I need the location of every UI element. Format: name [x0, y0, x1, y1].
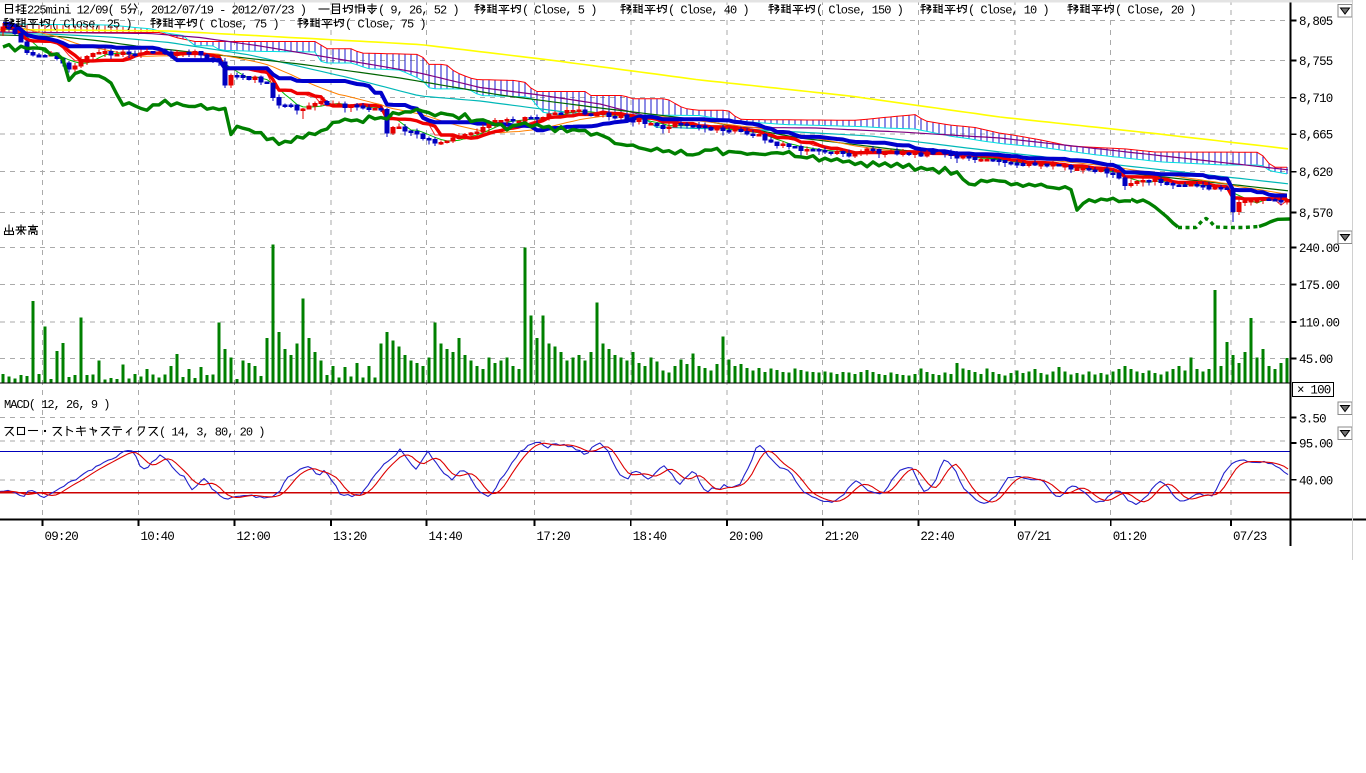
svg-text:12:00: 12:00 [237, 530, 271, 544]
svg-text:40.00: 40.00 [1299, 474, 1333, 488]
svg-text:( 14, 3, 80, 20 ): ( 14, 3, 80, 20 ) [159, 426, 264, 440]
svg-text:8,710: 8,710 [1299, 92, 1333, 106]
svg-text:8,755: 8,755 [1299, 55, 1333, 69]
svg-text:240.00: 240.00 [1299, 242, 1340, 256]
svg-text:8,805: 8,805 [1299, 15, 1333, 29]
svg-text:MACD( 12, 26, 9 ): MACD( 12, 26, 9 ) [4, 398, 109, 412]
svg-text:× 100: × 100 [1297, 384, 1331, 398]
svg-text:( Close, 10 ): ( Close, 10 ) [968, 4, 1049, 18]
svg-text:8,665: 8,665 [1299, 129, 1333, 143]
svg-text:175.00: 175.00 [1299, 279, 1340, 293]
svg-text:13:20: 13:20 [333, 530, 367, 544]
svg-text:( Close, 5 ): ( Close, 5 ) [522, 4, 596, 18]
svg-text:8,620: 8,620 [1299, 166, 1333, 180]
svg-text:09:20: 09:20 [45, 530, 79, 544]
svg-text:07/21: 07/21 [1017, 530, 1051, 544]
svg-text:14:40: 14:40 [429, 530, 463, 544]
svg-text:( 9, 26, 52 ): ( 9, 26, 52 ) [378, 4, 459, 18]
svg-text:110.00: 110.00 [1299, 317, 1340, 331]
svg-text:( Close, 40 ): ( Close, 40 ) [668, 4, 749, 18]
svg-text:21:20: 21:20 [825, 530, 859, 544]
svg-text:17:20: 17:20 [537, 530, 571, 544]
svg-text:( Close, 25 ): ( Close, 25 ) [51, 18, 132, 32]
svg-text:( Close, 150 ): ( Close, 150 ) [816, 4, 903, 18]
svg-text:3.50: 3.50 [1299, 413, 1326, 427]
svg-text:225mini 12/09( 5: 225mini 12/09( 5 [27, 4, 127, 18]
svg-text:22:40: 22:40 [920, 530, 954, 544]
svg-text:( Close, 75 ): ( Close, 75 ) [345, 18, 426, 32]
svg-text:( Close, 20 ): ( Close, 20 ) [1115, 4, 1196, 18]
svg-text:8,570: 8,570 [1299, 207, 1333, 221]
svg-text:45.00: 45.00 [1299, 353, 1333, 367]
svg-text:01:20: 01:20 [1113, 530, 1147, 544]
svg-text:95.00: 95.00 [1299, 438, 1333, 452]
svg-text:, 2012/07/19 - 2012/07/23 ): , 2012/07/19 - 2012/07/23 ) [139, 4, 306, 18]
svg-text:20:00: 20:00 [729, 530, 763, 544]
svg-text:( Close, 75 ): ( Close, 75 ) [198, 18, 279, 32]
svg-text:10:40: 10:40 [141, 530, 175, 544]
svg-text:18:40: 18:40 [633, 530, 667, 544]
svg-text:07/23: 07/23 [1233, 530, 1267, 544]
